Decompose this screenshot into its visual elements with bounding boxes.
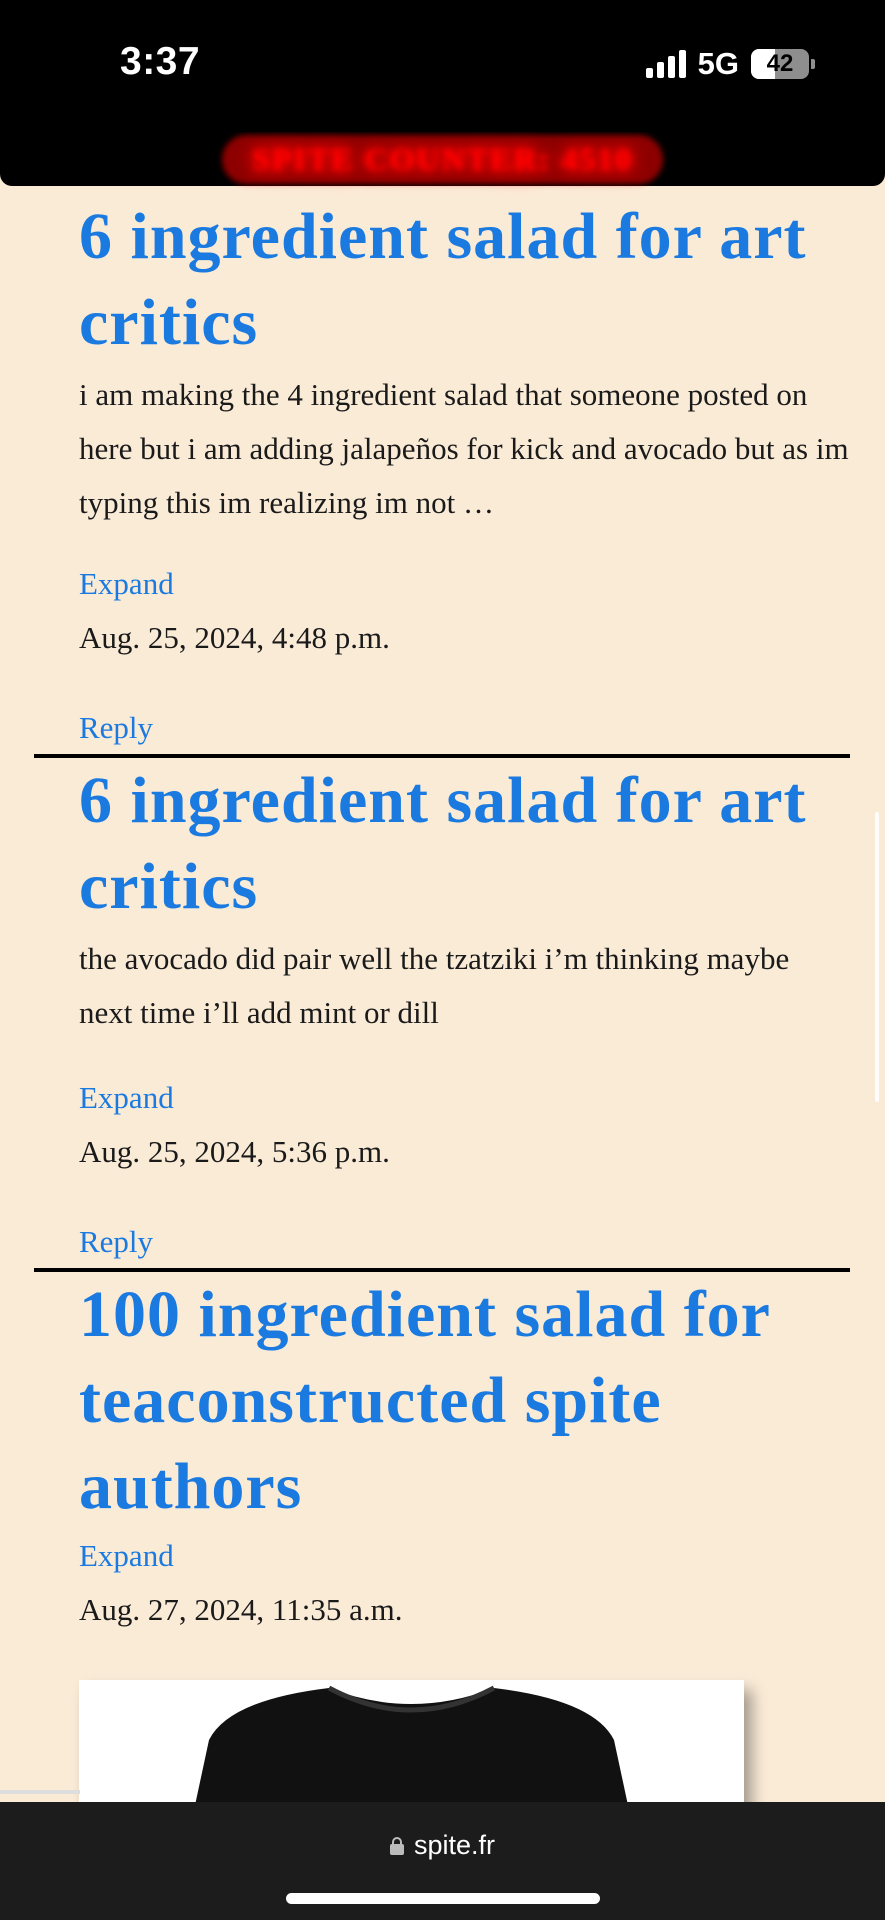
expand-link[interactable]: Expand [79,1536,850,1576]
page-content[interactable]: SPITE COUNTER: 4510 6 ingredient salad f… [0,132,885,1802]
post: 6 ingredient salad for art critics i am … [34,186,850,748]
reply-link[interactable]: Reply [79,708,850,748]
post: 100 ingredient salad for teaconstructed … [34,1268,850,1630]
home-indicator[interactable] [286,1893,600,1904]
battery-cap [811,59,815,69]
scrollbar[interactable] [875,812,879,1102]
url-text: spite.fr [413,1830,496,1860]
status-bar: 3:37 5G 42 [0,0,885,132]
post-title-link[interactable]: 6 ingredient salad for art critics [79,758,850,930]
post-title-link[interactable]: 100 ingredient salad for teaconstructed … [79,1272,885,1530]
post-date: Aug. 25, 2024, 4:48 p.m. [79,620,390,655]
network-type: 5G [697,46,739,81]
expand-link[interactable]: Expand [79,1078,850,1118]
battery-icon: 42 [751,49,809,79]
spite-counter: SPITE COUNTER: 4510 [221,134,664,184]
post: 6 ingredient salad for art critics the a… [34,754,850,1262]
post-list: 6 ingredient salad for art critics i am … [0,186,885,1630]
status-time: 3:37 [120,40,201,83]
status-indicators: 5G 42 [645,46,815,82]
post-title-link[interactable]: 6 ingredient salad for art critics [79,194,850,366]
post-date: Aug. 27, 2024, 11:35 a.m. [79,1592,403,1627]
tshirt-image[interactable] [79,1680,744,1802]
expand-link[interactable]: Expand [79,564,850,604]
cellular-signal-icon [645,50,686,78]
post-date: Aug. 25, 2024, 5:36 p.m. [79,1134,390,1169]
post-body: the avocado did pair well the tzatziki i… [79,941,790,1030]
tshirt-graphic [195,1685,628,1802]
spite-counter-bar: SPITE COUNTER: 4510 [0,132,885,186]
reply-link[interactable]: Reply [79,1222,850,1262]
battery-level: 42 [766,50,794,77]
lock-icon [389,1836,404,1855]
post-body: i am making the 4 ingredient salad that … [79,377,849,520]
url-display[interactable]: spite.fr [0,1830,885,1861]
page-edge-strip [0,1790,80,1794]
browser-address-bar[interactable]: spite.fr [0,1802,885,1920]
